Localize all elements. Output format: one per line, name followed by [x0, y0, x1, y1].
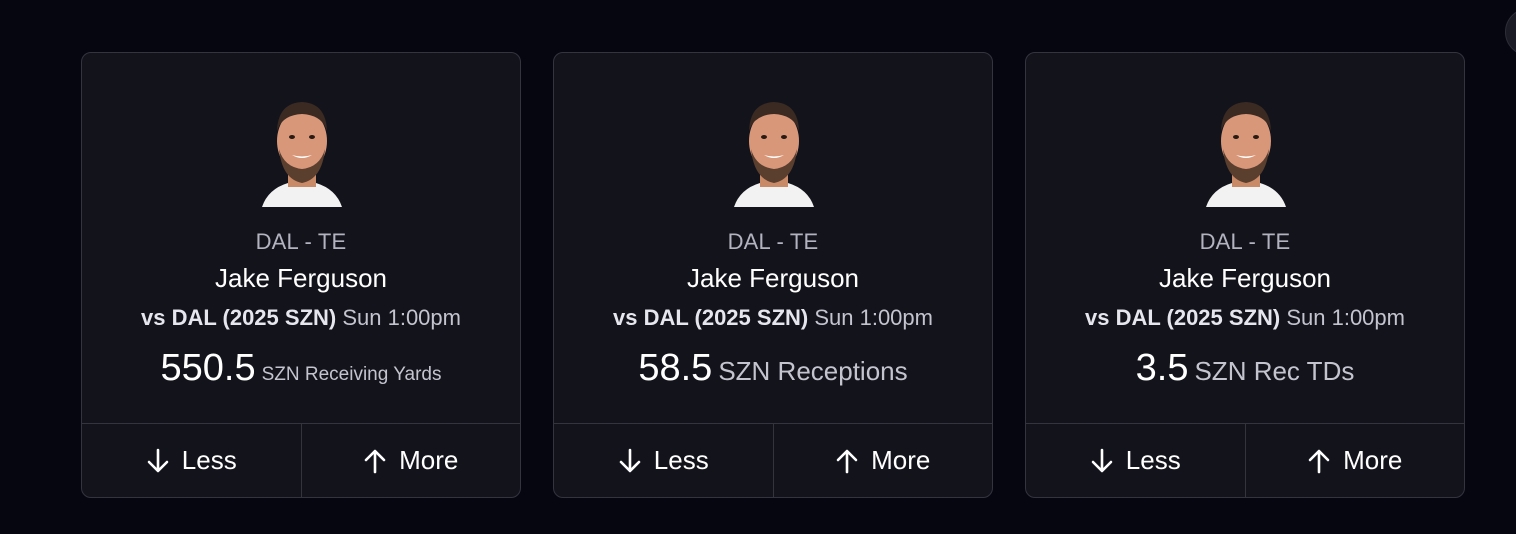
opponent: vs DAL (2025 SZN) [141, 305, 337, 330]
game-info: vs DAL (2025 SZN) Sun 1:00pm [1026, 305, 1464, 331]
player-headshot [726, 97, 822, 207]
game-time: Sun 1:00pm [342, 305, 461, 330]
more-label: More [399, 445, 459, 475]
arrow-down-icon [1091, 448, 1113, 472]
game-time: Sun 1:00pm [1286, 305, 1405, 330]
more-button[interactable]: More [300, 424, 521, 497]
prop-line: 550.5 SZN Receiving Yards [82, 347, 520, 390]
less-label: Less [181, 445, 237, 475]
player-name: Jake Ferguson [687, 263, 859, 293]
opponent: vs DAL (2025 SZN) [613, 305, 809, 330]
less-button[interactable]: Less [82, 424, 301, 497]
stat-type: SZN Receptions [718, 356, 908, 386]
pick-actions: Less More [82, 423, 520, 497]
team-position: DAL - TE [1199, 229, 1291, 254]
more-button[interactable]: More [772, 424, 993, 497]
prop-line: 3.5 SZN Rec TDs [1026, 347, 1464, 390]
player-prop-cards: DAL - TE Jake Ferguson vs DAL (2025 SZN)… [81, 52, 1465, 498]
game-time: Sun 1:00pm [814, 305, 933, 330]
less-label: Less [653, 445, 709, 475]
corner-round-button[interactable] [1505, 8, 1516, 56]
less-button[interactable]: Less [554, 424, 773, 497]
stat-type: SZN Receiving Yards [261, 364, 442, 385]
line-value: 550.5 [160, 347, 256, 389]
game-info: vs DAL (2025 SZN) Sun 1:00pm [554, 305, 992, 331]
player-headshot [1198, 97, 1294, 207]
player-name: Jake Ferguson [1159, 263, 1331, 293]
pick-actions: Less More [1026, 423, 1464, 497]
arrow-up-icon [364, 449, 386, 473]
player-prop-card: DAL - TE Jake Ferguson vs DAL (2025 SZN)… [81, 52, 521, 498]
team-position: DAL - TE [255, 229, 347, 254]
player-headshot [254, 97, 350, 207]
more-button[interactable]: More [1244, 424, 1465, 497]
stat-type: SZN Rec TDs [1194, 356, 1355, 386]
line-value: 3.5 [1135, 347, 1189, 389]
team-position: DAL - TE [727, 229, 819, 254]
player-prop-card: DAL - TE Jake Ferguson vs DAL (2025 SZN)… [1025, 52, 1465, 498]
less-button[interactable]: Less [1026, 424, 1245, 497]
arrow-up-icon [1308, 449, 1330, 473]
line-value: 58.5 [638, 347, 713, 389]
more-label: More [871, 445, 931, 475]
game-info: vs DAL (2025 SZN) Sun 1:00pm [82, 305, 520, 331]
arrow-down-icon [147, 448, 169, 472]
arrow-up-icon [836, 449, 858, 473]
pick-actions: Less More [554, 423, 992, 497]
player-name: Jake Ferguson [215, 263, 387, 293]
more-label: More [1343, 445, 1403, 475]
prop-line: 58.5 SZN Receptions [554, 347, 992, 390]
less-label: Less [1125, 445, 1181, 475]
opponent: vs DAL (2025 SZN) [1085, 305, 1281, 330]
arrow-down-icon [619, 448, 641, 472]
player-prop-card: DAL - TE Jake Ferguson vs DAL (2025 SZN)… [553, 52, 993, 498]
